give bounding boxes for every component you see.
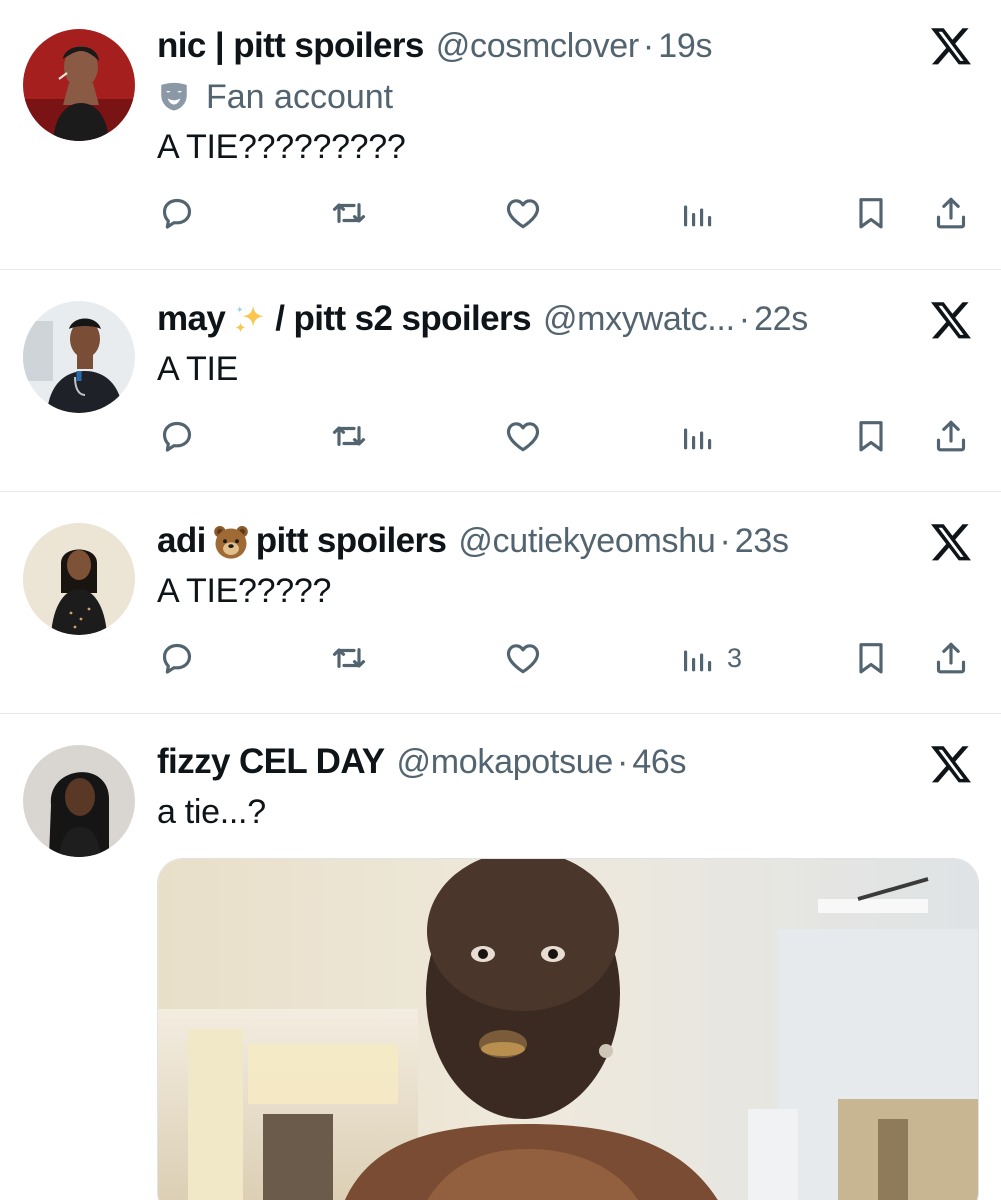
avatar[interactable] (23, 523, 135, 635)
bookmark-icon (851, 193, 891, 233)
handle[interactable]: @cosmclover (436, 27, 639, 66)
post-header: fizzy CEL DAY @mokapotsue · 46s (157, 738, 911, 786)
share-icon (931, 193, 971, 233)
reply-button[interactable] (157, 635, 197, 681)
views-count: 3 (727, 642, 743, 673)
x-logo-icon (929, 742, 973, 786)
separator: · (738, 299, 751, 338)
bookmark-icon (851, 638, 891, 678)
post-3[interactable]: adi pitt spoilers @cutiekyeomshu · 23s A … (0, 492, 1001, 714)
timestamp[interactable]: 23s (735, 522, 789, 561)
views-button[interactable]: 3 (677, 635, 742, 681)
post-header: adi pitt spoilers @cutiekyeomshu · 23s (157, 517, 911, 565)
display-name-part: may (157, 298, 226, 338)
views-icon (677, 416, 717, 456)
post-2[interactable]: may / pitt s2 spoilers @mxywatc... · 22s … (0, 270, 1001, 492)
share-icon (931, 416, 971, 456)
reply-icon (157, 638, 197, 678)
like-icon (503, 193, 543, 233)
badge-label: Fan account (206, 77, 394, 116)
views-button[interactable] (677, 190, 727, 236)
reply-button[interactable] (157, 413, 197, 459)
display-name[interactable]: fizzy CEL DAY (157, 742, 385, 782)
post-header: nic | pitt spoilers @cosmclover · 19s (157, 22, 911, 70)
handle[interactable]: @mokapotsue (397, 743, 614, 782)
post-header: may / pitt s2 spoilers @mxywatc... · 22s (157, 295, 911, 343)
reply-icon (157, 416, 197, 456)
display-name-part: pitt spoilers (255, 520, 447, 560)
action-bar (157, 190, 975, 236)
timestamp[interactable]: 19s (658, 27, 712, 66)
like-button[interactable] (503, 190, 543, 236)
post-text: A TIE????? (157, 572, 332, 610)
separator: · (642, 26, 655, 65)
action-bar: 3 (157, 635, 975, 681)
post-media-image[interactable] (157, 858, 979, 1200)
share-button[interactable] (931, 413, 971, 459)
repost-button[interactable] (329, 190, 369, 236)
views-icon (677, 638, 717, 678)
fan-account-badge[interactable]: Fan account (157, 75, 393, 119)
like-button[interactable] (503, 635, 543, 681)
separator: · (617, 742, 629, 781)
bookmark-button[interactable] (851, 190, 891, 236)
like-icon (503, 638, 543, 678)
post-text: A TIE????????? (157, 128, 406, 166)
x-logo-icon (929, 298, 973, 342)
display-name[interactable]: adi pitt spoilers (157, 520, 447, 562)
reply-button[interactable] (157, 190, 197, 236)
repost-icon (329, 416, 369, 456)
repost-icon (329, 193, 369, 233)
display-name[interactable]: may / pitt s2 spoilers (157, 298, 532, 340)
like-button[interactable] (503, 413, 543, 459)
action-bar (157, 413, 975, 459)
handle[interactable]: @cutiekyeomshu (458, 522, 715, 561)
like-icon (503, 416, 543, 456)
x-logo-icon (929, 24, 973, 68)
display-name[interactable]: nic | pitt spoilers (157, 26, 424, 66)
timestamp[interactable]: 22s (754, 300, 808, 339)
repost-button[interactable] (329, 413, 369, 459)
timestamp[interactable]: 46s (632, 743, 686, 782)
separator: · (719, 521, 731, 560)
bookmark-icon (851, 416, 891, 456)
views-button[interactable] (677, 413, 727, 459)
theater-mask-icon (157, 80, 191, 114)
media-photo (158, 859, 978, 1200)
repost-button[interactable] (329, 635, 369, 681)
post-text: A TIE (157, 350, 239, 388)
avatar[interactable] (23, 29, 135, 141)
bookmark-button[interactable] (851, 413, 891, 459)
post-1[interactable]: nic | pitt spoilers @cosmclover · 19s Fa… (0, 0, 1001, 270)
avatar[interactable] (23, 301, 135, 413)
views-icon (677, 193, 717, 233)
share-button[interactable] (931, 635, 971, 681)
handle[interactable]: @mxywatc... (543, 300, 735, 339)
reply-icon (157, 193, 197, 233)
share-icon (931, 638, 971, 678)
bookmark-button[interactable] (851, 635, 891, 681)
x-logo-icon (929, 520, 973, 564)
avatar[interactable] (23, 745, 135, 857)
share-button[interactable] (931, 190, 971, 236)
sparkles-emoji (231, 301, 269, 339)
post-text: a tie...? (157, 793, 266, 831)
bear-emoji (212, 523, 250, 561)
repost-icon (329, 638, 369, 678)
display-name-part: adi (157, 520, 206, 560)
display-name-part: / pitt s2 spoilers (275, 298, 531, 338)
